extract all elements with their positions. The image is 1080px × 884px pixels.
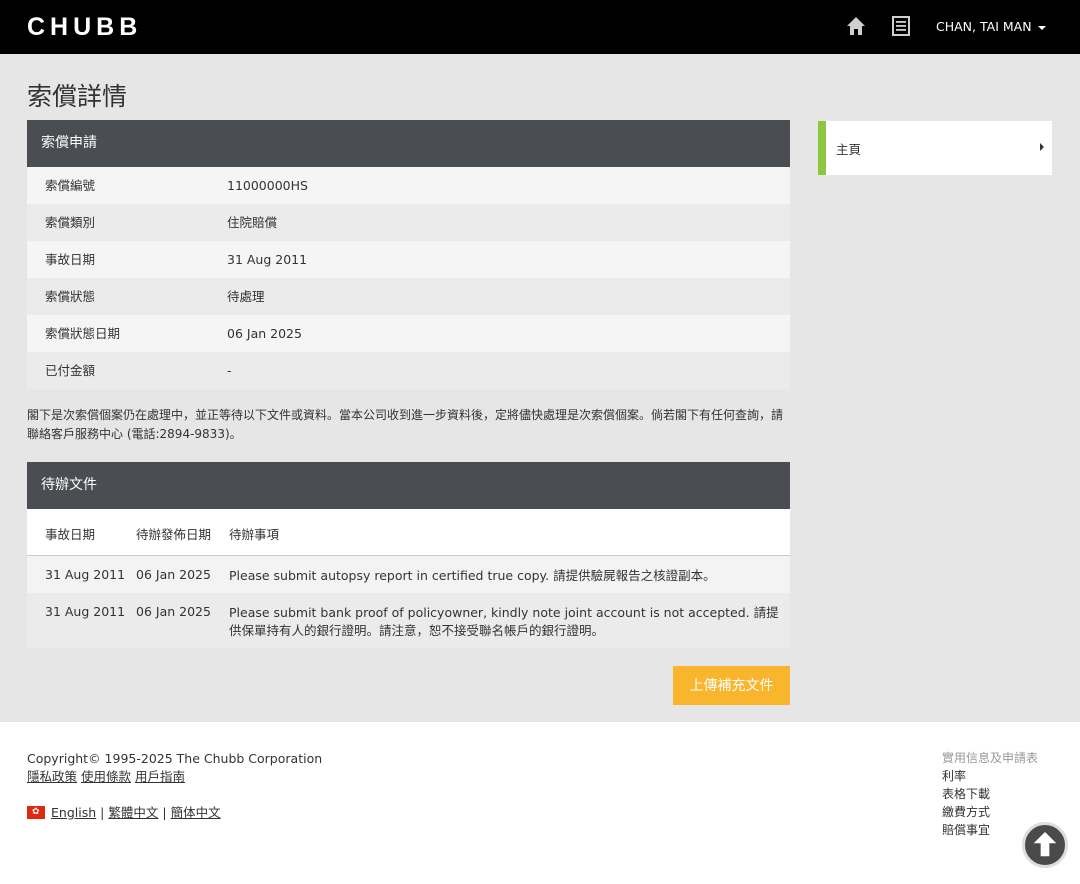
claim-row: 事故日期 31 Aug 2011 — [27, 241, 790, 278]
claim-row: 索償狀態 待處理 — [27, 278, 790, 315]
incident-date-cell: 31 Aug 2011 — [45, 604, 126, 619]
language-selector: English|繁體中文|簡体中文 — [27, 804, 221, 822]
language-simplified-chinese-link[interactable]: 簡体中文 — [171, 805, 221, 820]
top-navigation-bar: CHUBB CHAN, TAI MAN — [0, 0, 1080, 54]
claim-row-value: 住院賠償 — [227, 215, 278, 230]
form-download-link[interactable]: 表格下載 — [942, 785, 1038, 803]
claim-row-label: 事故日期 — [45, 252, 96, 267]
column-header-incident-date: 事故日期 — [45, 527, 96, 542]
sidebar-item-label: 主頁 — [836, 142, 862, 157]
pending-panel-heading: 待辦文件 — [27, 462, 790, 509]
chevron-right-icon — [1040, 143, 1044, 151]
claim-row: 索償狀態日期 06 Jan 2025 — [27, 315, 790, 352]
pending-item-cell: Please submit autopsy report in certifie… — [229, 568, 716, 583]
user-menu[interactable]: CHAN, TAI MAN — [936, 18, 1046, 36]
copyright-text: Copyright© 1995-2025 The Chubb Corporati… — [27, 751, 323, 766]
claim-row-value: 06 Jan 2025 — [227, 326, 302, 341]
separator: | — [162, 805, 167, 820]
upload-documents-button[interactable]: 上傳補充文件 — [673, 666, 790, 705]
claim-row-label: 索償類別 — [45, 215, 96, 230]
pending-table-header: 事故日期 待辦發佈日期 待辦事項 — [27, 509, 790, 556]
caret-down-icon — [1037, 25, 1046, 30]
footer-useful-info: 實用信息及申請表 利率 表格下載 繳費方式 賠償事宜 — [942, 749, 1038, 839]
claim-row-label: 索償編號 — [45, 178, 96, 193]
claim-row-label: 索償狀態 — [45, 289, 96, 304]
incident-date-cell: 31 Aug 2011 — [45, 567, 126, 582]
useful-info-heading[interactable]: 實用信息及申請表 — [942, 749, 1038, 767]
claim-row: 索償類別 住院賠償 — [27, 204, 790, 241]
claim-panel-heading: 索償申請 — [27, 120, 790, 167]
terms-of-use-link[interactable]: 使用條款 — [81, 769, 131, 784]
footer-links: 隱私政策 使用條款 用戶指南 — [27, 768, 322, 786]
user-guide-link[interactable]: 用戶指南 — [135, 769, 185, 784]
claim-notice-text: 閣下是次索償個案仍在處理中，並正等待以下文件或資料。當本公司收到進一步資料後，定… — [27, 408, 784, 441]
claim-row-value: 11000000HS — [227, 178, 308, 193]
document-list-icon[interactable] — [892, 16, 910, 36]
home-icon[interactable] — [846, 16, 866, 36]
user-name: CHAN, TAI MAN — [936, 19, 1032, 34]
sidebar-item-home[interactable]: 主頁 — [818, 121, 1052, 175]
pending-table-row: 31 Aug 2011 06 Jan 2025 Please submit au… — [27, 556, 790, 593]
pending-documents-panel: 待辦文件 事故日期 待辦發佈日期 待辦事項 31 Aug 2011 06 Jan… — [27, 462, 790, 648]
separator: | — [100, 805, 105, 820]
interest-rate-link[interactable]: 利率 — [942, 767, 1038, 785]
claim-row-value: 31 Aug 2011 — [227, 252, 308, 267]
claim-row: 索償編號 11000000HS — [27, 167, 790, 204]
back-to-top-button[interactable] — [1022, 822, 1068, 868]
column-header-issue-date: 待辦發佈日期 — [136, 527, 212, 542]
claim-row-value: - — [227, 363, 232, 378]
pending-item-cell: Please submit bank proof of policyowner,… — [229, 605, 779, 638]
logo-text: CHUBB — [27, 13, 143, 41]
language-english-link[interactable]: English — [51, 805, 96, 820]
page-title: 索償詳情 — [27, 82, 128, 111]
footer-left: Copyright© 1995-2025 The Chubb Corporati… — [27, 750, 322, 786]
arrow-up-icon — [1033, 831, 1057, 857]
hong-kong-flag-icon — [27, 806, 45, 819]
column-header-item: 待辦事項 — [229, 527, 280, 542]
language-traditional-chinese-link[interactable]: 繁體中文 — [108, 805, 158, 820]
privacy-policy-link[interactable]: 隱私政策 — [27, 769, 77, 784]
claim-row-value: 待處理 — [227, 289, 265, 304]
claim-row-label: 索償狀態日期 — [45, 326, 121, 341]
claim-row: 已付金額 - — [27, 352, 790, 389]
pending-table-row: 31 Aug 2011 06 Jan 2025 Please submit ba… — [27, 593, 790, 648]
issue-date-cell: 06 Jan 2025 — [136, 567, 211, 582]
payment-methods-link[interactable]: 繳費方式 — [942, 803, 1038, 821]
claim-row-label: 已付金額 — [45, 363, 96, 378]
claim-details-panel: 索償申請 索償編號 11000000HS 索償類別 住院賠償 事故日期 31 Aug … — [27, 120, 790, 389]
issue-date-cell: 06 Jan 2025 — [136, 604, 211, 619]
chubb-logo[interactable]: CHUBB — [27, 13, 142, 41]
main-content: 索償詳情 索償申請 索償編號 11000000HS 索償類別 住院賠償 事故日期 31… — [0, 54, 1080, 722]
